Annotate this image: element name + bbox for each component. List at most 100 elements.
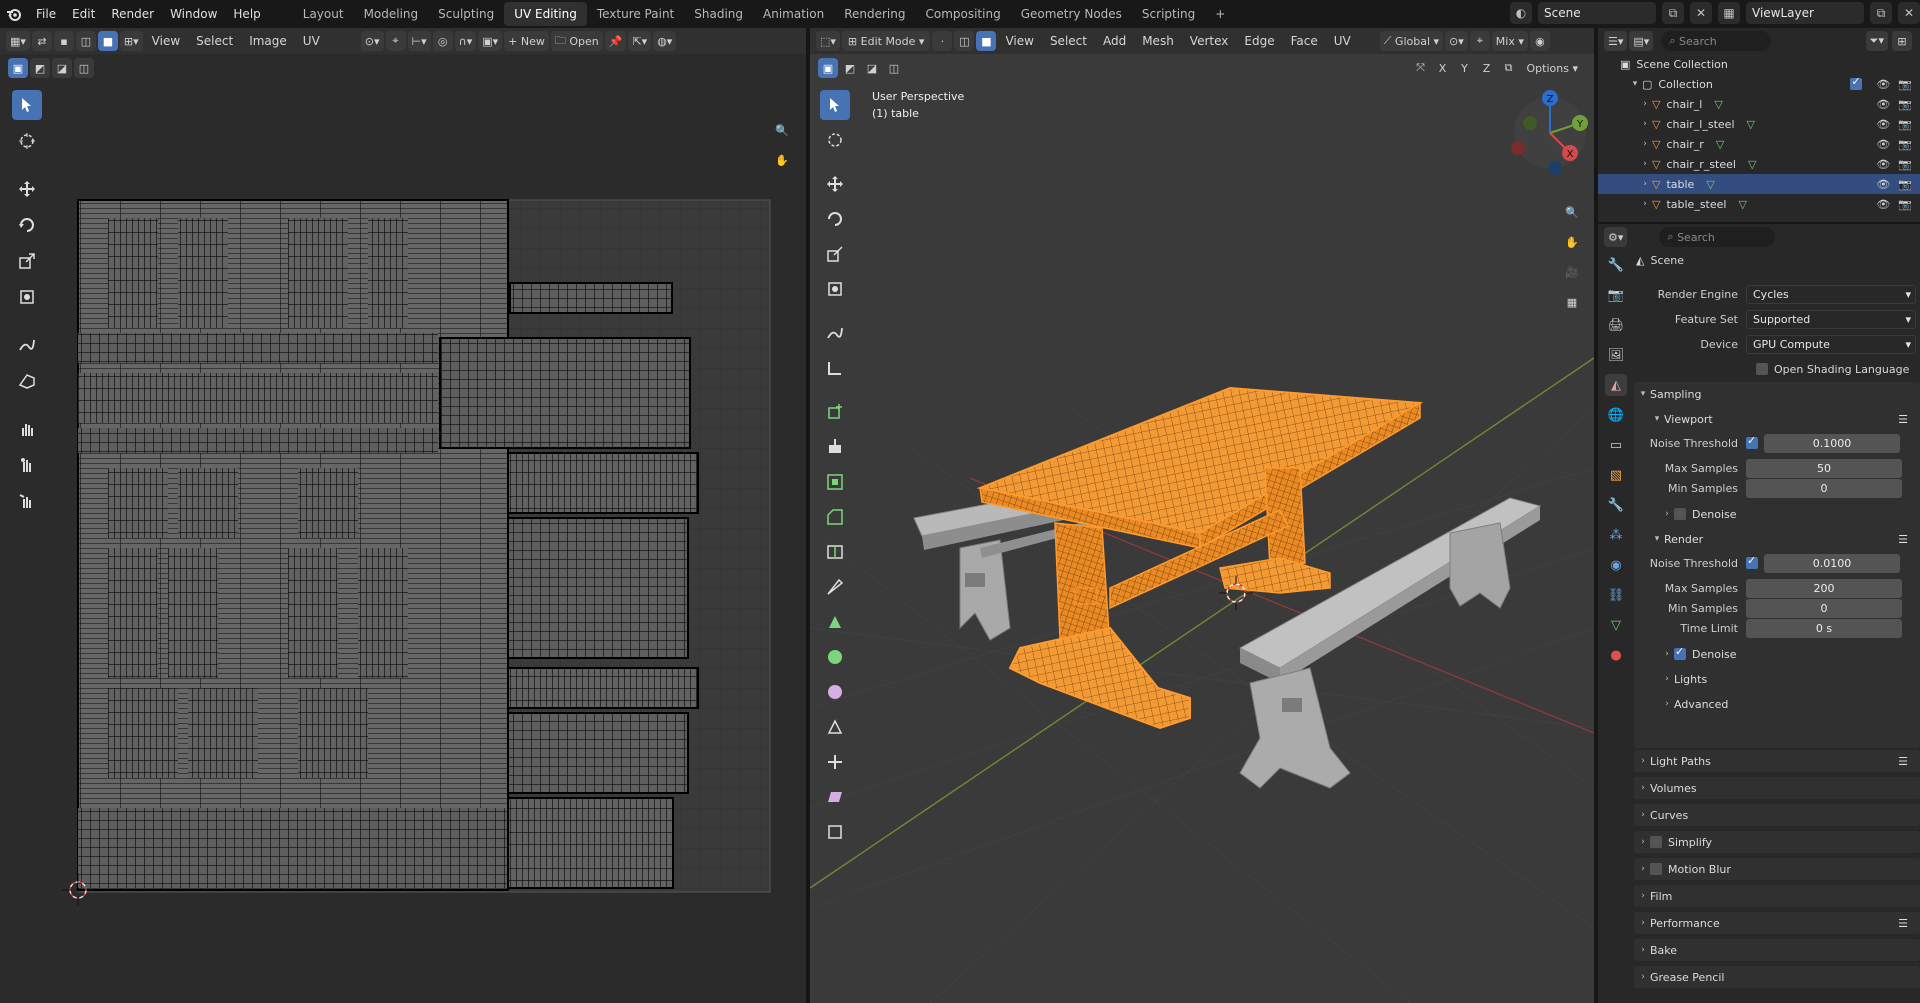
- uv-island-a[interactable]: [108, 218, 158, 328]
- uv-island-f[interactable]: [78, 373, 438, 423]
- light-paths-presets-icon[interactable]: ☰: [1898, 755, 1908, 768]
- simplify-header[interactable]: › Simplify: [1636, 831, 1920, 853]
- 3d-viewport[interactable]: ⬚▾ ⊞ Edit Mode ▾ · ◫ ■ View Select Add M…: [810, 28, 1594, 1003]
- new-collection-icon[interactable]: ⊞: [1892, 31, 1912, 51]
- annotate-tool-icon[interactable]: [12, 330, 42, 360]
- bake-header[interactable]: › Bake: [1636, 939, 1920, 961]
- outliner-object-row[interactable]: › ▽ table ▽ 👁 📷: [1598, 174, 1920, 194]
- tab-texture-paint[interactable]: Texture Paint: [587, 2, 684, 26]
- tab-uv-editing[interactable]: UV Editing: [504, 2, 587, 26]
- collection-exclude-checkbox[interactable]: [1850, 75, 1863, 90]
- vp-shrink-tool-icon[interactable]: [820, 747, 850, 777]
- vp-camera-icon[interactable]: 🎥: [1558, 258, 1586, 286]
- select-box-tool-icon[interactable]: [12, 90, 42, 120]
- menu-file[interactable]: File: [28, 0, 64, 28]
- add-workspace-button[interactable]: +: [1205, 2, 1235, 26]
- uv-island-s[interactable]: [509, 282, 673, 314]
- tab-shading[interactable]: Shading: [684, 2, 753, 26]
- cursor-tool-icon[interactable]: [12, 126, 42, 156]
- vp-min-samples-field[interactable]: 0: [1746, 478, 1902, 498]
- viewport-sampling-header[interactable]: ▾ Viewport ☰: [1650, 408, 1920, 430]
- navigation-gizmo[interactable]: Z Y X: [1511, 90, 1588, 175]
- vp-select-tool-icon[interactable]: [820, 90, 850, 120]
- performance-presets-icon[interactable]: ☰: [1898, 917, 1908, 930]
- uv-island-c[interactable]: [288, 218, 348, 328]
- tab-sculpting[interactable]: Sculpting: [428, 2, 504, 26]
- outliner-search-input[interactable]: ⌕ Search: [1661, 31, 1772, 51]
- scene-collection-row[interactable]: ▣ Scene Collection: [1598, 54, 1920, 74]
- outliner-object-row[interactable]: › ▽ table_steel ▽ 👁 📷: [1598, 194, 1920, 214]
- vp-ortho-toggle-icon[interactable]: ▦: [1558, 288, 1586, 316]
- render-engine-dropdown[interactable]: Cycles ▾: [1746, 284, 1916, 304]
- transform-tool-icon[interactable]: [12, 282, 42, 312]
- uv-island-p[interactable]: [188, 688, 258, 778]
- scene-name-field[interactable]: Scene: [1538, 2, 1656, 24]
- tab-animation[interactable]: Animation: [753, 2, 834, 26]
- uv-island-u[interactable]: [507, 452, 699, 514]
- filter-icon[interactable]: ⏷▾: [1865, 31, 1888, 51]
- vp-edge-slide-tool-icon[interactable]: [820, 712, 850, 742]
- object-visibility-icon[interactable]: 👁: [1876, 178, 1890, 191]
- menu-window[interactable]: Window: [162, 0, 225, 28]
- object-expand-chevron-icon[interactable]: ›: [1638, 119, 1652, 129]
- relax-tool-icon[interactable]: [12, 450, 42, 480]
- delete-view-layer-icon[interactable]: ✕: [1898, 2, 1920, 24]
- uv-canvas[interactable]: [0, 28, 806, 1003]
- vp-shear-tool-icon[interactable]: [820, 782, 850, 812]
- rotate-tool-icon[interactable]: [12, 210, 42, 240]
- menu-help[interactable]: Help: [225, 0, 268, 28]
- object-tab-icon[interactable]: ▧: [1605, 464, 1627, 486]
- uv-island-k[interactable]: [108, 548, 158, 678]
- vp-max-samples-field[interactable]: 50: [1746, 458, 1902, 478]
- collection-render-icon[interactable]: 📷: [1898, 78, 1912, 91]
- modifier-tab-icon[interactable]: 🔧: [1605, 494, 1627, 516]
- object-expand-chevron-icon[interactable]: ›: [1638, 179, 1652, 189]
- tab-rendering[interactable]: Rendering: [834, 2, 915, 26]
- vp-noise-threshold-field[interactable]: 0.1000: [1764, 433, 1900, 453]
- vp-measure-tool-icon[interactable]: [820, 353, 850, 383]
- uv-island-w[interactable]: [507, 667, 699, 709]
- mesh-data-icon[interactable]: ▽: [1706, 178, 1714, 191]
- render-sampling-header[interactable]: ▾ Render ☰: [1650, 528, 1920, 550]
- vp-knife-tool-icon[interactable]: [820, 572, 850, 602]
- lights-subpanel-header[interactable]: › Lights: [1660, 668, 1920, 690]
- scene-selector-icon[interactable]: ◐: [1510, 2, 1532, 24]
- uv-island-h[interactable]: [108, 468, 168, 538]
- object-expand-chevron-icon[interactable]: ›: [1638, 159, 1652, 169]
- uv-editor[interactable]: ▦▾ ⇄ ▪ ◫ ■ ⊞▾ View Select Image UV ⊙▾ ⌖ …: [0, 28, 806, 1003]
- uv-island-t[interactable]: [439, 337, 691, 449]
- pinch-tool-icon[interactable]: [12, 486, 42, 516]
- outliner-object-row[interactable]: › ▽ chair_l_steel ▽ 👁 📷: [1598, 114, 1920, 134]
- object-visibility-icon[interactable]: 👁: [1876, 118, 1890, 131]
- device-dropdown[interactable]: GPU Compute ▾: [1746, 334, 1916, 354]
- vp-scale-tool-icon[interactable]: [820, 239, 850, 269]
- vp-pan-icon[interactable]: ✋: [1558, 228, 1586, 256]
- outliner-editor-type-icon[interactable]: ☰▾: [1604, 31, 1628, 51]
- osl-checkbox[interactable]: [1756, 363, 1768, 375]
- uv-island-m[interactable]: [288, 548, 338, 678]
- mesh-data-icon[interactable]: ▽: [1716, 138, 1724, 151]
- feature-set-dropdown[interactable]: Supported ▾: [1746, 309, 1916, 329]
- vp-add-cube-tool-icon[interactable]: [820, 397, 850, 427]
- properties-editor-type-icon[interactable]: ⚙▾: [1604, 227, 1628, 247]
- tool-tab-icon[interactable]: 🔧: [1605, 254, 1627, 276]
- blender-logo-icon[interactable]: [0, 0, 28, 28]
- r-noise-threshold-field[interactable]: 0.0100: [1764, 553, 1900, 573]
- uv-island-l[interactable]: [168, 548, 218, 678]
- zoom-view-icon[interactable]: 🔍: [768, 116, 796, 144]
- vp-extrude-tool-icon[interactable]: [820, 432, 850, 462]
- object-render-icon[interactable]: 📷: [1898, 178, 1912, 191]
- material-tab-icon[interactable]: ●: [1605, 644, 1627, 666]
- vp-smooth-tool-icon[interactable]: [820, 677, 850, 707]
- vp-loop-cut-tool-icon[interactable]: [820, 537, 850, 567]
- outliner-object-row[interactable]: › ▽ chair_r_steel ▽ 👁 📷: [1598, 154, 1920, 174]
- display-mode-icon[interactable]: ▤▾: [1629, 31, 1654, 51]
- uv-island-y[interactable]: [507, 797, 674, 889]
- outliner-object-row[interactable]: › ▽ chair_l ▽ 👁 📷: [1598, 94, 1920, 114]
- vp-rip-tool-icon[interactable]: [820, 817, 850, 847]
- gizmo-neg-y-axis[interactable]: [1523, 116, 1537, 130]
- world-tab-icon[interactable]: 🌐: [1605, 404, 1627, 426]
- uv-island-o[interactable]: [108, 688, 178, 778]
- vp-bevel-tool-icon[interactable]: [820, 502, 850, 532]
- properties-search-input[interactable]: ⌕ Search: [1659, 227, 1776, 247]
